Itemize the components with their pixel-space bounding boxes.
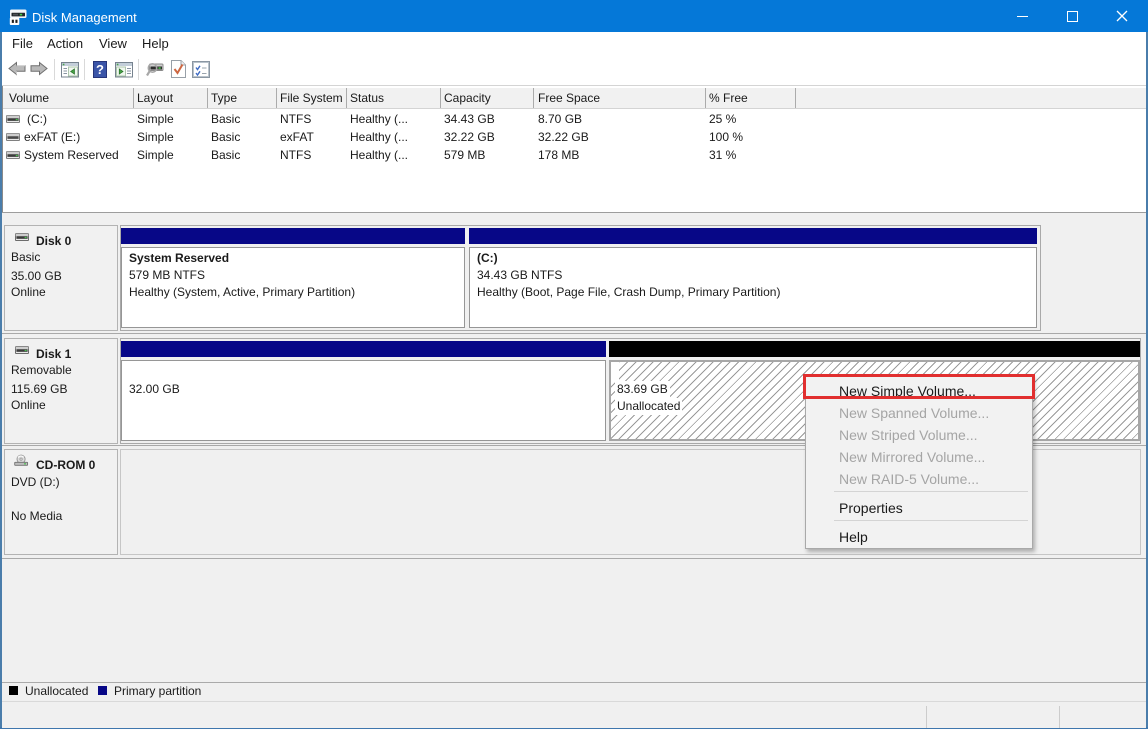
svg-text:?: ? (96, 62, 104, 77)
